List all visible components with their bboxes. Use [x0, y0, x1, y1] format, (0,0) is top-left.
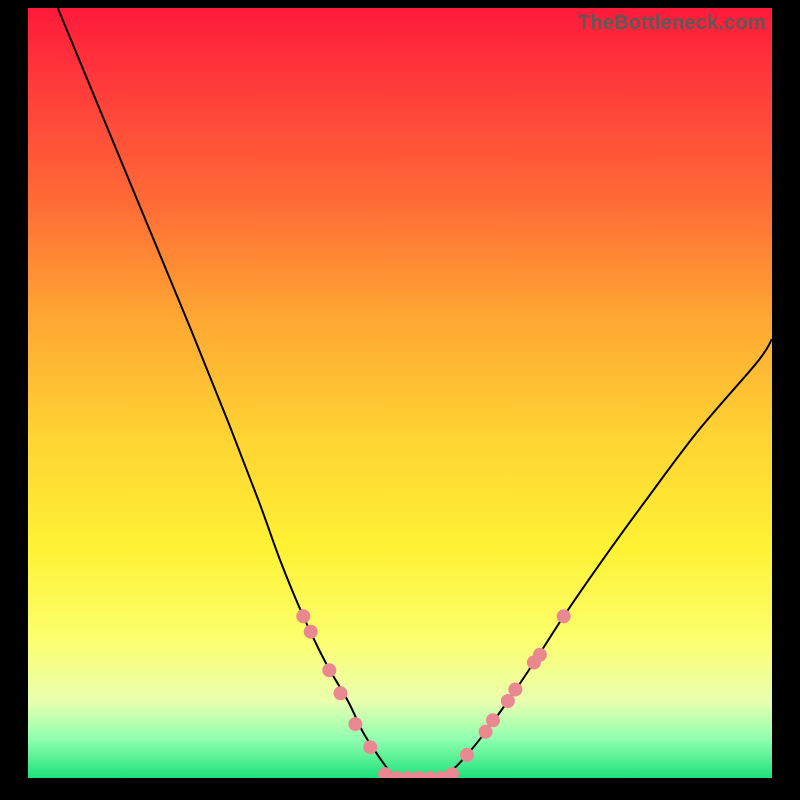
watermark-text: TheBottleneck.com — [578, 12, 766, 35]
gradient-plot-area — [28, 8, 772, 778]
